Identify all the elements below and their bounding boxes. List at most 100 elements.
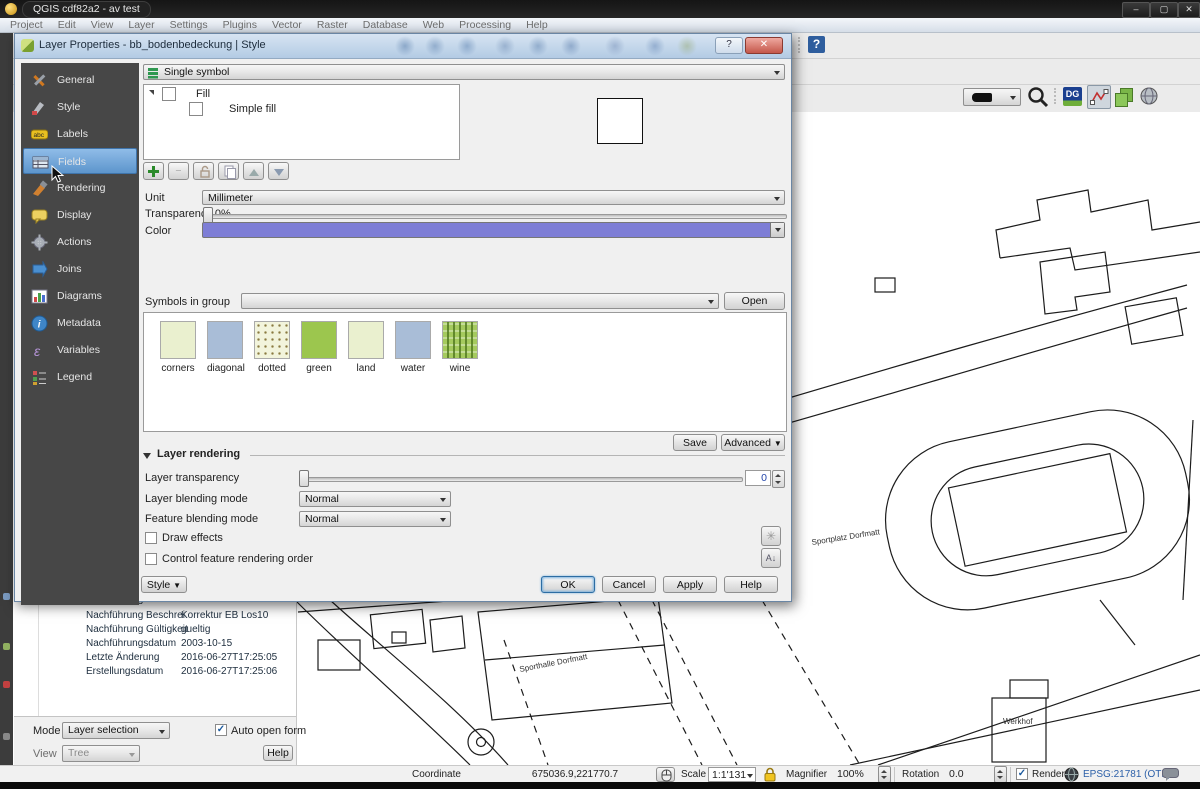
messages-icon[interactable] — [1162, 768, 1179, 781]
sidebar-item-variables[interactable]: ε Variables — [23, 337, 137, 363]
sidebar-item-labels[interactable]: abc Labels — [23, 121, 137, 147]
sidebar-item-display[interactable]: Display — [23, 202, 137, 228]
symbol-swatch-wine[interactable] — [442, 321, 478, 359]
sidebar-item-joins[interactable]: Joins — [23, 256, 137, 282]
record-icon[interactable] — [3, 681, 10, 688]
dialog-help-button[interactable]: ? — [715, 37, 743, 54]
symbols-group-combo[interactable] — [241, 293, 719, 309]
mouse-tracking-icon[interactable] — [656, 767, 675, 782]
mode-combo[interactable]: Layer selection — [62, 722, 170, 739]
sidebar-item-fields[interactable]: Fields — [23, 148, 137, 174]
advanced-button[interactable]: Advanced ▼ — [721, 434, 785, 451]
move-down-button[interactable] — [268, 162, 289, 180]
layer-transparency-slider[interactable] — [303, 477, 743, 482]
view-combo[interactable]: Tree — [62, 745, 140, 762]
web-service-icon[interactable] — [1139, 86, 1159, 106]
symbol-swatch-water[interactable] — [395, 321, 431, 359]
menu-layer[interactable]: Layer — [128, 19, 154, 31]
rotation-value[interactable]: 0.0 — [946, 767, 990, 782]
symbol-swatch-dotted[interactable] — [254, 321, 290, 359]
cancel-button[interactable]: Cancel — [602, 576, 656, 593]
close-button[interactable]: ✕ — [1178, 2, 1200, 18]
help-contents-icon[interactable]: ? — [808, 36, 825, 53]
symbol-swatch-green[interactable] — [301, 321, 337, 359]
help-button[interactable]: Help — [724, 576, 778, 593]
menu-database[interactable]: Database — [363, 19, 408, 31]
remove-symbol-layer-button[interactable]: − — [168, 162, 189, 180]
coordinate-value[interactable]: 675036.9,221770.7 — [500, 769, 650, 780]
menu-settings[interactable]: Settings — [170, 19, 208, 31]
sidebar-item-legend[interactable]: Legend — [23, 364, 137, 390]
feature-blending-combo[interactable]: Normal — [299, 511, 451, 527]
transparency-slider[interactable] — [208, 214, 787, 219]
copy-style-icon[interactable] — [1115, 88, 1133, 106]
color-button[interactable] — [202, 222, 785, 238]
move-up-button[interactable] — [243, 162, 264, 180]
rotation-spin[interactable] — [994, 766, 1007, 783]
effects-options-button[interactable]: ✳ — [761, 526, 781, 546]
dg-plugin-icon[interactable]: DG — [1063, 87, 1082, 106]
menu-view[interactable]: View — [91, 19, 114, 31]
toolbar-handle[interactable] — [1054, 88, 1058, 104]
control-order-checkbox[interactable] — [145, 553, 157, 565]
toolbar-handle[interactable] — [798, 37, 802, 53]
ok-button[interactable]: OK — [541, 576, 595, 593]
tree-item-fill[interactable]: Fill — [196, 88, 210, 100]
crs-status[interactable]: EPSG:21781 (OTF) — [1083, 769, 1171, 780]
symbol-swatch-corners[interactable] — [160, 321, 196, 359]
dialog-titlebar[interactable]: Layer Properties - bb_bodenbedeckung | S… — [15, 34, 791, 59]
panel-help-button[interactable]: Help — [263, 745, 293, 761]
layer-transparency-spin[interactable] — [772, 470, 785, 488]
magnifier-spin[interactable] — [878, 766, 891, 783]
menu-web[interactable]: Web — [423, 19, 444, 31]
menu-vector[interactable]: Vector — [272, 19, 302, 31]
menu-help[interactable]: Help — [526, 19, 548, 31]
zoom-tool-icon[interactable] — [1027, 86, 1049, 108]
sidebar-item-style[interactable]: Style — [23, 94, 137, 120]
selection-tool-combo[interactable] — [963, 88, 1021, 106]
save-button[interactable]: Save — [673, 434, 717, 451]
open-library-button[interactable]: Open Library — [724, 292, 785, 310]
tree-expander-icon[interactable] — [149, 90, 154, 95]
symbol-type-combo[interactable]: Single symbol — [143, 64, 785, 80]
layer-transparency-value[interactable]: 0 — [745, 470, 771, 486]
crs-globe-icon[interactable] — [1064, 767, 1079, 782]
node-tool-icon-pressed[interactable] — [1087, 85, 1111, 109]
draw-effects-checkbox[interactable] — [145, 532, 157, 544]
render-checkbox[interactable]: ✓ — [1016, 768, 1028, 780]
menu-raster[interactable]: Raster — [317, 19, 348, 31]
dialog-close-button[interactable]: ✕ — [745, 37, 783, 54]
rendering-order-button[interactable]: A↓ — [761, 548, 781, 568]
menu-processing[interactable]: Processing — [459, 19, 511, 31]
sidebar-item-diagrams[interactable]: Diagrams — [23, 283, 137, 309]
menu-project[interactable]: Project — [10, 19, 43, 31]
menu-edit[interactable]: Edit — [58, 19, 76, 31]
style-menu-button[interactable]: Style ▼ — [141, 576, 187, 593]
unit-combo[interactable]: Millimeter — [202, 190, 785, 205]
symbol-swatch-diagonal[interactable] — [207, 321, 243, 359]
color-dropdown[interactable] — [770, 223, 784, 237]
lock-color-button[interactable] — [193, 162, 214, 180]
menu-plugins[interactable]: Plugins — [223, 19, 257, 31]
sidebar-item-general[interactable]: General — [23, 67, 137, 93]
apply-button[interactable]: Apply — [663, 576, 717, 593]
symbol-layers-tree[interactable]: Fill Simple fill — [143, 84, 460, 160]
magnifier-value[interactable]: 100% — [834, 767, 876, 782]
scale-lock-icon[interactable] — [762, 767, 778, 782]
magnifier-label: Magnifier — [786, 769, 827, 780]
scale-combo[interactable]: 1:1'131 — [708, 767, 756, 782]
auto-open-form-checkbox[interactable]: ✓ — [215, 724, 227, 736]
duplicate-layer-button[interactable] — [218, 162, 239, 180]
sidebar-item-metadata[interactable]: i Metadata — [23, 310, 137, 336]
sidebar-item-rendering[interactable]: Rendering — [23, 175, 137, 201]
add-symbol-layer-button[interactable] — [143, 162, 164, 180]
symbol-list[interactable]: corners diagonal dotted green land water… — [143, 312, 787, 432]
minimize-button[interactable]: – — [1122, 2, 1150, 18]
layer-blending-combo[interactable]: Normal — [299, 491, 451, 507]
tree-item-simple-fill[interactable]: Simple fill — [229, 103, 276, 115]
sidebar-item-actions[interactable]: Actions — [23, 229, 137, 255]
layer-transparency-slider-handle[interactable] — [299, 470, 309, 487]
maximize-button[interactable]: ▢ — [1150, 2, 1178, 18]
collapse-arrow-icon[interactable] — [143, 453, 151, 459]
symbol-swatch-land[interactable] — [348, 321, 384, 359]
